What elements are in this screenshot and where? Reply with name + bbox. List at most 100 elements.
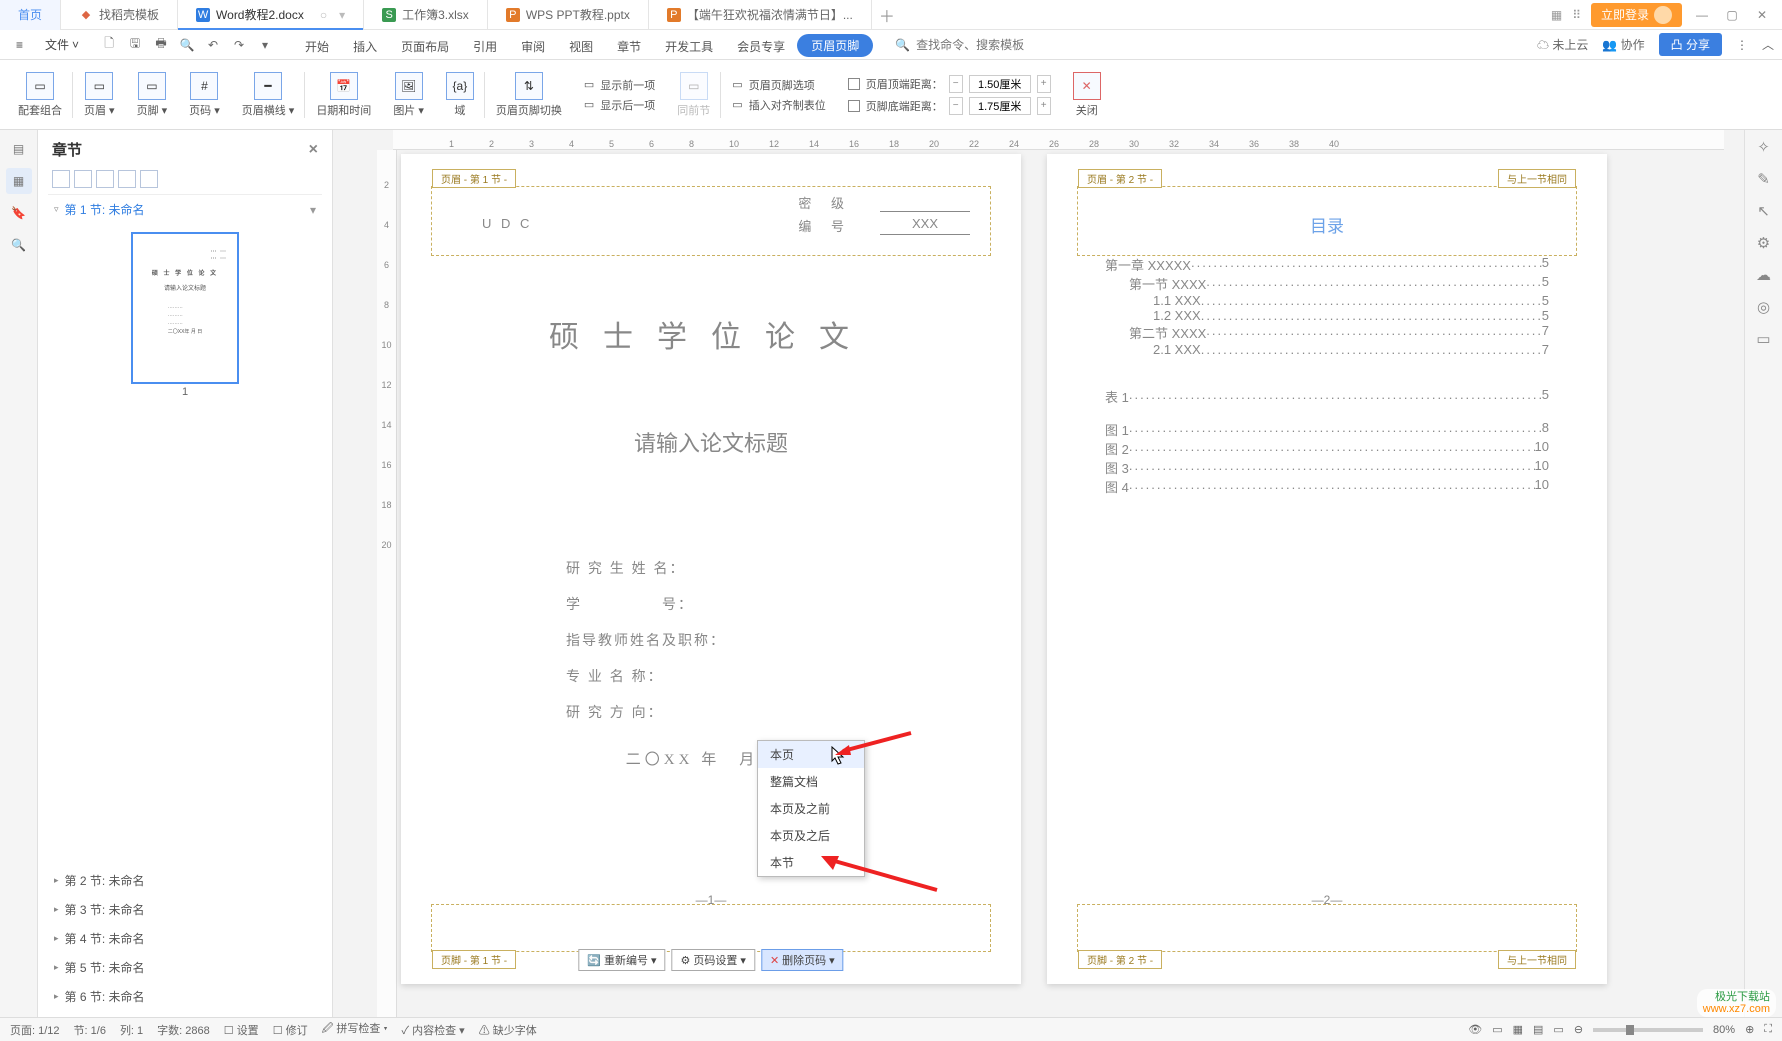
sb-section[interactable]: 节: 1/6 [74, 1022, 106, 1038]
tab-references[interactable]: 引用 [461, 32, 509, 60]
menu-more[interactable]: ⋮ [1736, 38, 1748, 52]
rail-read[interactable]: ▭ [1756, 330, 1770, 348]
share-button[interactable]: 凸 分享 [1659, 33, 1722, 56]
sb-page[interactable]: 页面: 1/12 [10, 1022, 60, 1038]
rib-hf-switch[interactable]: ⇅页眉页脚切换 [488, 64, 570, 126]
rib-hf-options[interactable]: ▭页眉页脚选项 [732, 77, 825, 93]
spin-down[interactable]: − [949, 97, 963, 115]
spin-up[interactable]: + [1037, 75, 1051, 93]
rib-next[interactable]: ▭显示后一项 [584, 97, 655, 113]
input-ftr-dist[interactable] [969, 97, 1031, 115]
document-canvas[interactable]: 123456810121416182022242628303234363840 … [333, 130, 1744, 1017]
sb-words[interactable]: 字数: 2868 [157, 1022, 210, 1038]
ctx-whole-doc[interactable]: 整篇文档 [758, 768, 864, 795]
section-item[interactable]: ▸第 6 节: 未命名 [48, 982, 322, 1011]
sp-btn-3[interactable] [96, 170, 114, 188]
rib-align-tab[interactable]: ▭插入对齐制表位 [732, 97, 825, 113]
rail-outline[interactable]: ▤ [6, 136, 32, 162]
rail-search[interactable]: 🔍 [6, 232, 32, 258]
tab-chapter[interactable]: 章节 [605, 32, 653, 60]
sb-view-print[interactable]: ▭ [1492, 1023, 1502, 1036]
footer-area[interactable]: 页脚 - 第 2 节 - 与上一节相同 —2— [1077, 904, 1577, 952]
section-more[interactable]: ▾ [310, 203, 316, 217]
chk-ftr-dist[interactable] [848, 100, 860, 112]
rib-headerline[interactable]: ━页眉横线 ▾ [234, 64, 303, 126]
close-icon[interactable]: ○ [320, 8, 327, 22]
rib-close[interactable]: ✕关闭 [1065, 64, 1109, 126]
rib-footer[interactable]: ▭页脚 ▾ [129, 64, 176, 126]
qat-undo[interactable]: ↶ [201, 33, 225, 57]
ctx-before[interactable]: 本页及之前 [758, 795, 864, 822]
rib-header[interactable]: ▭页眉 ▾ [76, 64, 123, 126]
sb-view-eye[interactable]: 👁 [1468, 1023, 1482, 1036]
spin-up[interactable]: + [1037, 97, 1051, 115]
sidepanel-close[interactable]: × [309, 141, 318, 159]
tab-home[interactable]: 首页 [0, 0, 61, 30]
doc-fields[interactable]: 研 究 生 姓 名：学 号：指导教师姓名及职称：专 业 名 称：研 究 方 向： [566, 558, 856, 722]
ftr-delete-pgnum[interactable]: ✕ 删除页码 ▾ [761, 949, 844, 971]
doc-date[interactable]: 二〇XX 年 月 日 [459, 748, 963, 769]
input-hdr-dist[interactable] [969, 75, 1031, 93]
zoom-out[interactable]: ⊖ [1574, 1023, 1583, 1036]
zoom-value[interactable]: 80% [1713, 1024, 1735, 1036]
maximize-button[interactable]: ▢ [1722, 5, 1742, 25]
section-item[interactable]: ▸第 4 节: 未命名 [48, 924, 322, 953]
ctx-this-section[interactable]: 本节 [758, 849, 864, 876]
new-tab-button[interactable]: ＋ [872, 3, 902, 27]
rib-sameprev[interactable]: ▭同前节 [669, 64, 718, 126]
sb-spell[interactable]: 🖉 拼写检查 ▾ [322, 1020, 388, 1039]
qat-print[interactable]: 🖶 [149, 33, 173, 57]
collapse-ribbon[interactable]: ︿ [1762, 36, 1774, 53]
tab-word-doc[interactable]: WWord教程2.docx○▾ [178, 0, 364, 30]
rail-cloud[interactable]: ☁ [1756, 266, 1771, 284]
sp-btn-2[interactable] [74, 170, 92, 188]
qat-preview[interactable]: 🔍 [175, 33, 199, 57]
tab-dev[interactable]: 开发工具 [653, 32, 725, 60]
cloud-status[interactable]: ☁ 未上云 [1537, 36, 1588, 53]
tab-start[interactable]: 开始 [293, 32, 341, 60]
rib-field[interactable]: {a}域 [438, 64, 482, 126]
sb-track[interactable]: ☐ 修订 [273, 1022, 308, 1038]
menu-hamburger[interactable]: ≡ [6, 33, 33, 57]
ctx-after[interactable]: 本页及之后 [758, 822, 864, 849]
header-area[interactable]: 页眉 - 第 1 节 - 密 级 U D C编 号XXX [431, 186, 991, 256]
login-button[interactable]: 立即登录 [1591, 3, 1682, 27]
header-area[interactable]: 页眉 - 第 2 节 - 与上一节相同 [1077, 186, 1577, 256]
rail-edit[interactable]: ✎ [1757, 170, 1770, 188]
rail-sections[interactable]: ▦ [6, 168, 32, 194]
zoom-in[interactable]: ⊕ [1745, 1023, 1754, 1036]
tab-header-footer[interactable]: 页眉页脚 [797, 34, 873, 57]
sb-fullscreen[interactable]: ⛶ [1764, 1023, 1772, 1036]
rib-datetime[interactable]: 📅日期和时间 [308, 64, 379, 126]
sb-view-web[interactable]: ▦ [1513, 1023, 1523, 1036]
ftr-settings[interactable]: ⚙ 页码设置 ▾ [672, 949, 755, 971]
sp-btn-4[interactable] [118, 170, 136, 188]
rail-select[interactable]: ↖ [1757, 202, 1770, 220]
rail-settings[interactable]: ⚙ [1757, 234, 1770, 252]
rail-sparkle[interactable]: ✧ [1757, 138, 1770, 156]
meta-value[interactable] [880, 193, 970, 212]
minimize-button[interactable]: — [1692, 5, 1712, 25]
page-2[interactable]: 页眉 - 第 2 节 - 与上一节相同 目录 第一章 XXXXX........… [1047, 154, 1607, 984]
file-menu[interactable]: 文件 ˅ [35, 33, 89, 57]
sb-column[interactable]: 列: 1 [120, 1022, 143, 1038]
page-thumbnail[interactable]: ⋯ ⋯⋯ ⋯ 硕 士 学 位 论 文 请输入论文标题 ⋯⋯⋯⋯⋯⋯⋯⋯⋯二〇XX… [131, 232, 239, 384]
rib-set-combo[interactable]: ▭配套组合 [10, 64, 70, 126]
horizontal-ruler[interactable]: 123456810121416182022242628303234363840 [393, 130, 1724, 150]
section-item[interactable]: ▸第 3 节: 未命名 [48, 895, 322, 924]
rail-location[interactable]: ◎ [1757, 298, 1770, 316]
footer-area[interactable]: 页脚 - 第 1 节 - —1— 🔄 重新编号 ▾ ⚙ 页码设置 ▾ ✕ 删除页… [431, 904, 991, 952]
rail-bookmark[interactable]: 🔖 [6, 200, 32, 226]
grid-icon[interactable]: ▦ [1551, 8, 1562, 22]
tab-view[interactable]: 视图 [557, 32, 605, 60]
tab-member[interactable]: 会员专享 [725, 32, 797, 60]
command-search[interactable]: 🔍 [895, 38, 1086, 52]
tab-template[interactable]: ◆找稻壳模板 [61, 0, 178, 30]
search-input[interactable] [916, 38, 1086, 52]
rib-pagenum[interactable]: #页码 ▾ [181, 64, 228, 126]
qat-new[interactable]: 🗋 [97, 33, 121, 57]
ftr-renumber[interactable]: 🔄 重新编号 ▾ [578, 949, 665, 971]
qat-more[interactable]: ▾ [253, 33, 277, 57]
tab-pptx[interactable]: PWPS PPT教程.pptx [488, 0, 649, 30]
qat-redo[interactable]: ↷ [227, 33, 251, 57]
